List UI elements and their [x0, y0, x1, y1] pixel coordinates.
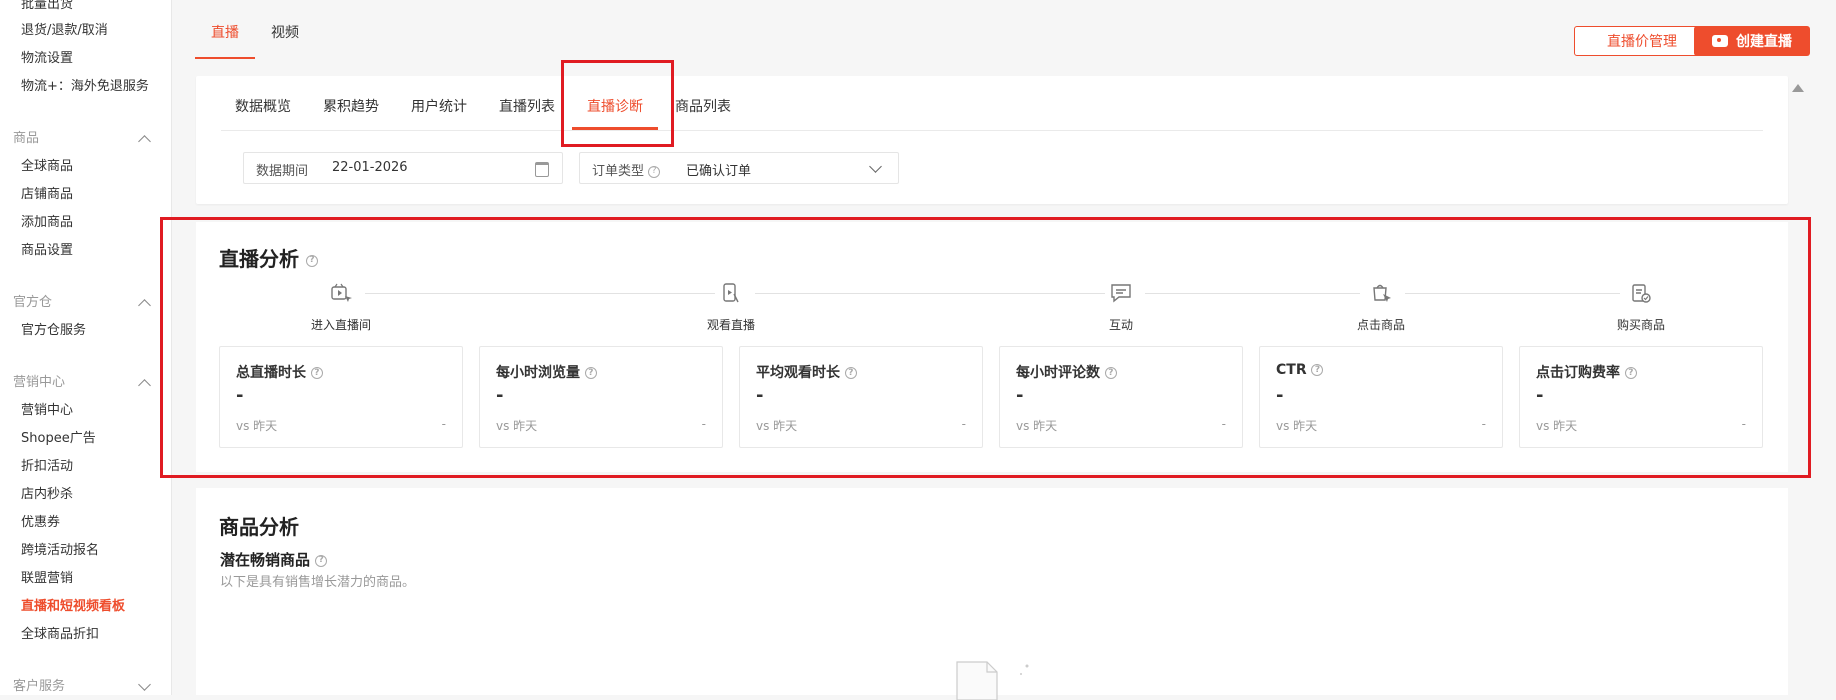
highlight-box-live-analysis — [160, 217, 1811, 478]
subtab-user-stats[interactable]: 用户统计 — [411, 96, 467, 116]
sidebar-item-affiliate[interactable]: 联盟营销 — [21, 571, 73, 587]
order-type-value: 已确认订单 — [686, 164, 752, 179]
sidebar-item-batch-ship[interactable]: 批量出货 — [21, 0, 73, 13]
sidebar-item-marketing-center[interactable]: 营销中心 — [21, 403, 73, 419]
order-type-label: 订单类型 ? — [592, 160, 661, 179]
scroll-up-arrow-icon[interactable] — [1792, 84, 1804, 92]
sidebar-item-live-video-dashboard[interactable]: 直播和短视频看板 — [21, 599, 125, 615]
help-icon[interactable]: ? — [648, 165, 661, 178]
chevron-up-icon[interactable] — [138, 379, 151, 392]
video-camera-icon — [1712, 35, 1728, 47]
date-period-picker[interactable]: 数据期间 22-01-2026 — [243, 152, 563, 184]
potential-bestsellers-heading-text: 潜在畅销商品 — [220, 551, 311, 569]
sidebar-item-flash-sale[interactable]: 店内秒杀 — [21, 487, 73, 503]
divider — [221, 130, 1763, 131]
sidebar-item-add-product[interactable]: 添加商品 — [21, 215, 73, 231]
sidebar-item-global-products[interactable]: 全球商品 — [21, 159, 73, 175]
potential-bestsellers-description: 以下是具有销售增长潜力的商品。 — [220, 575, 416, 590]
sidebar-item-product-settings[interactable]: 商品设置 — [21, 243, 73, 259]
sidebar-item-logistics-plus[interactable]: 物流+：海外免退服务 — [21, 79, 149, 95]
sidebar-group-product[interactable]: 商品 — [13, 131, 39, 147]
subtab-cumulative-trend[interactable]: 累积趋势 — [323, 96, 379, 116]
product-analysis-title: 商品分析 — [219, 515, 299, 539]
subtab-product-list[interactable]: 商品列表 — [675, 96, 731, 116]
live-price-management-label: 直播价管理 — [1607, 34, 1677, 50]
subtab-data-overview[interactable]: 数据概览 — [235, 96, 291, 116]
sidebar-item-logistics-settings[interactable]: 物流设置 — [21, 51, 73, 67]
subtab-live-list[interactable]: 直播列表 — [499, 96, 555, 116]
tab-live[interactable]: 直播 — [211, 22, 239, 42]
calendar-icon[interactable] — [535, 162, 549, 177]
sidebar-item-returns[interactable]: 退货/退款/取消 — [21, 23, 108, 39]
tab-underline — [195, 57, 255, 59]
highlight-box-live-diagnosis-tab — [561, 60, 674, 147]
sidebar-item-global-discount[interactable]: 全球商品折扣 — [21, 627, 99, 643]
sidebar-item-shopee-ads[interactable]: Shopee广告 — [21, 431, 96, 447]
live-price-management-button[interactable]: 直播价管理 — [1574, 26, 1710, 56]
sidebar-item-crossborder-campaigns[interactable]: 跨境活动报名 — [21, 543, 99, 559]
sidebar-group-customer-service[interactable]: 客户服务 — [13, 679, 65, 695]
create-live-label: 创建直播 — [1736, 34, 1792, 50]
sidebar: 批量出货 退货/退款/取消 物流设置 物流+：海外免退服务 商品 全球商品 店铺… — [0, 0, 172, 695]
create-live-button[interactable]: 创建直播 — [1694, 26, 1810, 56]
date-period-label: 数据期间 — [256, 164, 309, 179]
help-icon[interactable]: ? — [315, 554, 328, 567]
order-type-label-text: 订单类型 — [592, 164, 645, 179]
chevron-down-icon[interactable] — [869, 160, 882, 173]
potential-bestsellers-heading: 潜在畅销商品 ? — [220, 549, 328, 570]
date-period-value: 22-01-2026 — [332, 160, 408, 175]
chevron-up-icon[interactable] — [138, 299, 151, 312]
chevron-down-icon[interactable] — [138, 678, 151, 691]
order-type-select[interactable]: 订单类型 ? 已确认订单 — [579, 152, 899, 184]
tab-video[interactable]: 视频 — [271, 22, 299, 42]
chevron-up-icon[interactable] — [138, 135, 151, 148]
sidebar-group-marketing[interactable]: 营销中心 — [13, 375, 65, 391]
sidebar-group-warehouse[interactable]: 官方仓 — [13, 295, 52, 311]
sidebar-item-discounts[interactable]: 折扣活动 — [21, 459, 73, 475]
sidebar-item-shop-products[interactable]: 店铺商品 — [21, 187, 73, 203]
sidebar-item-vouchers[interactable]: 优惠券 — [21, 515, 60, 531]
sidebar-item-warehouse-service[interactable]: 官方仓服务 — [21, 323, 86, 339]
empty-state-illustration-icon — [956, 661, 1029, 700]
